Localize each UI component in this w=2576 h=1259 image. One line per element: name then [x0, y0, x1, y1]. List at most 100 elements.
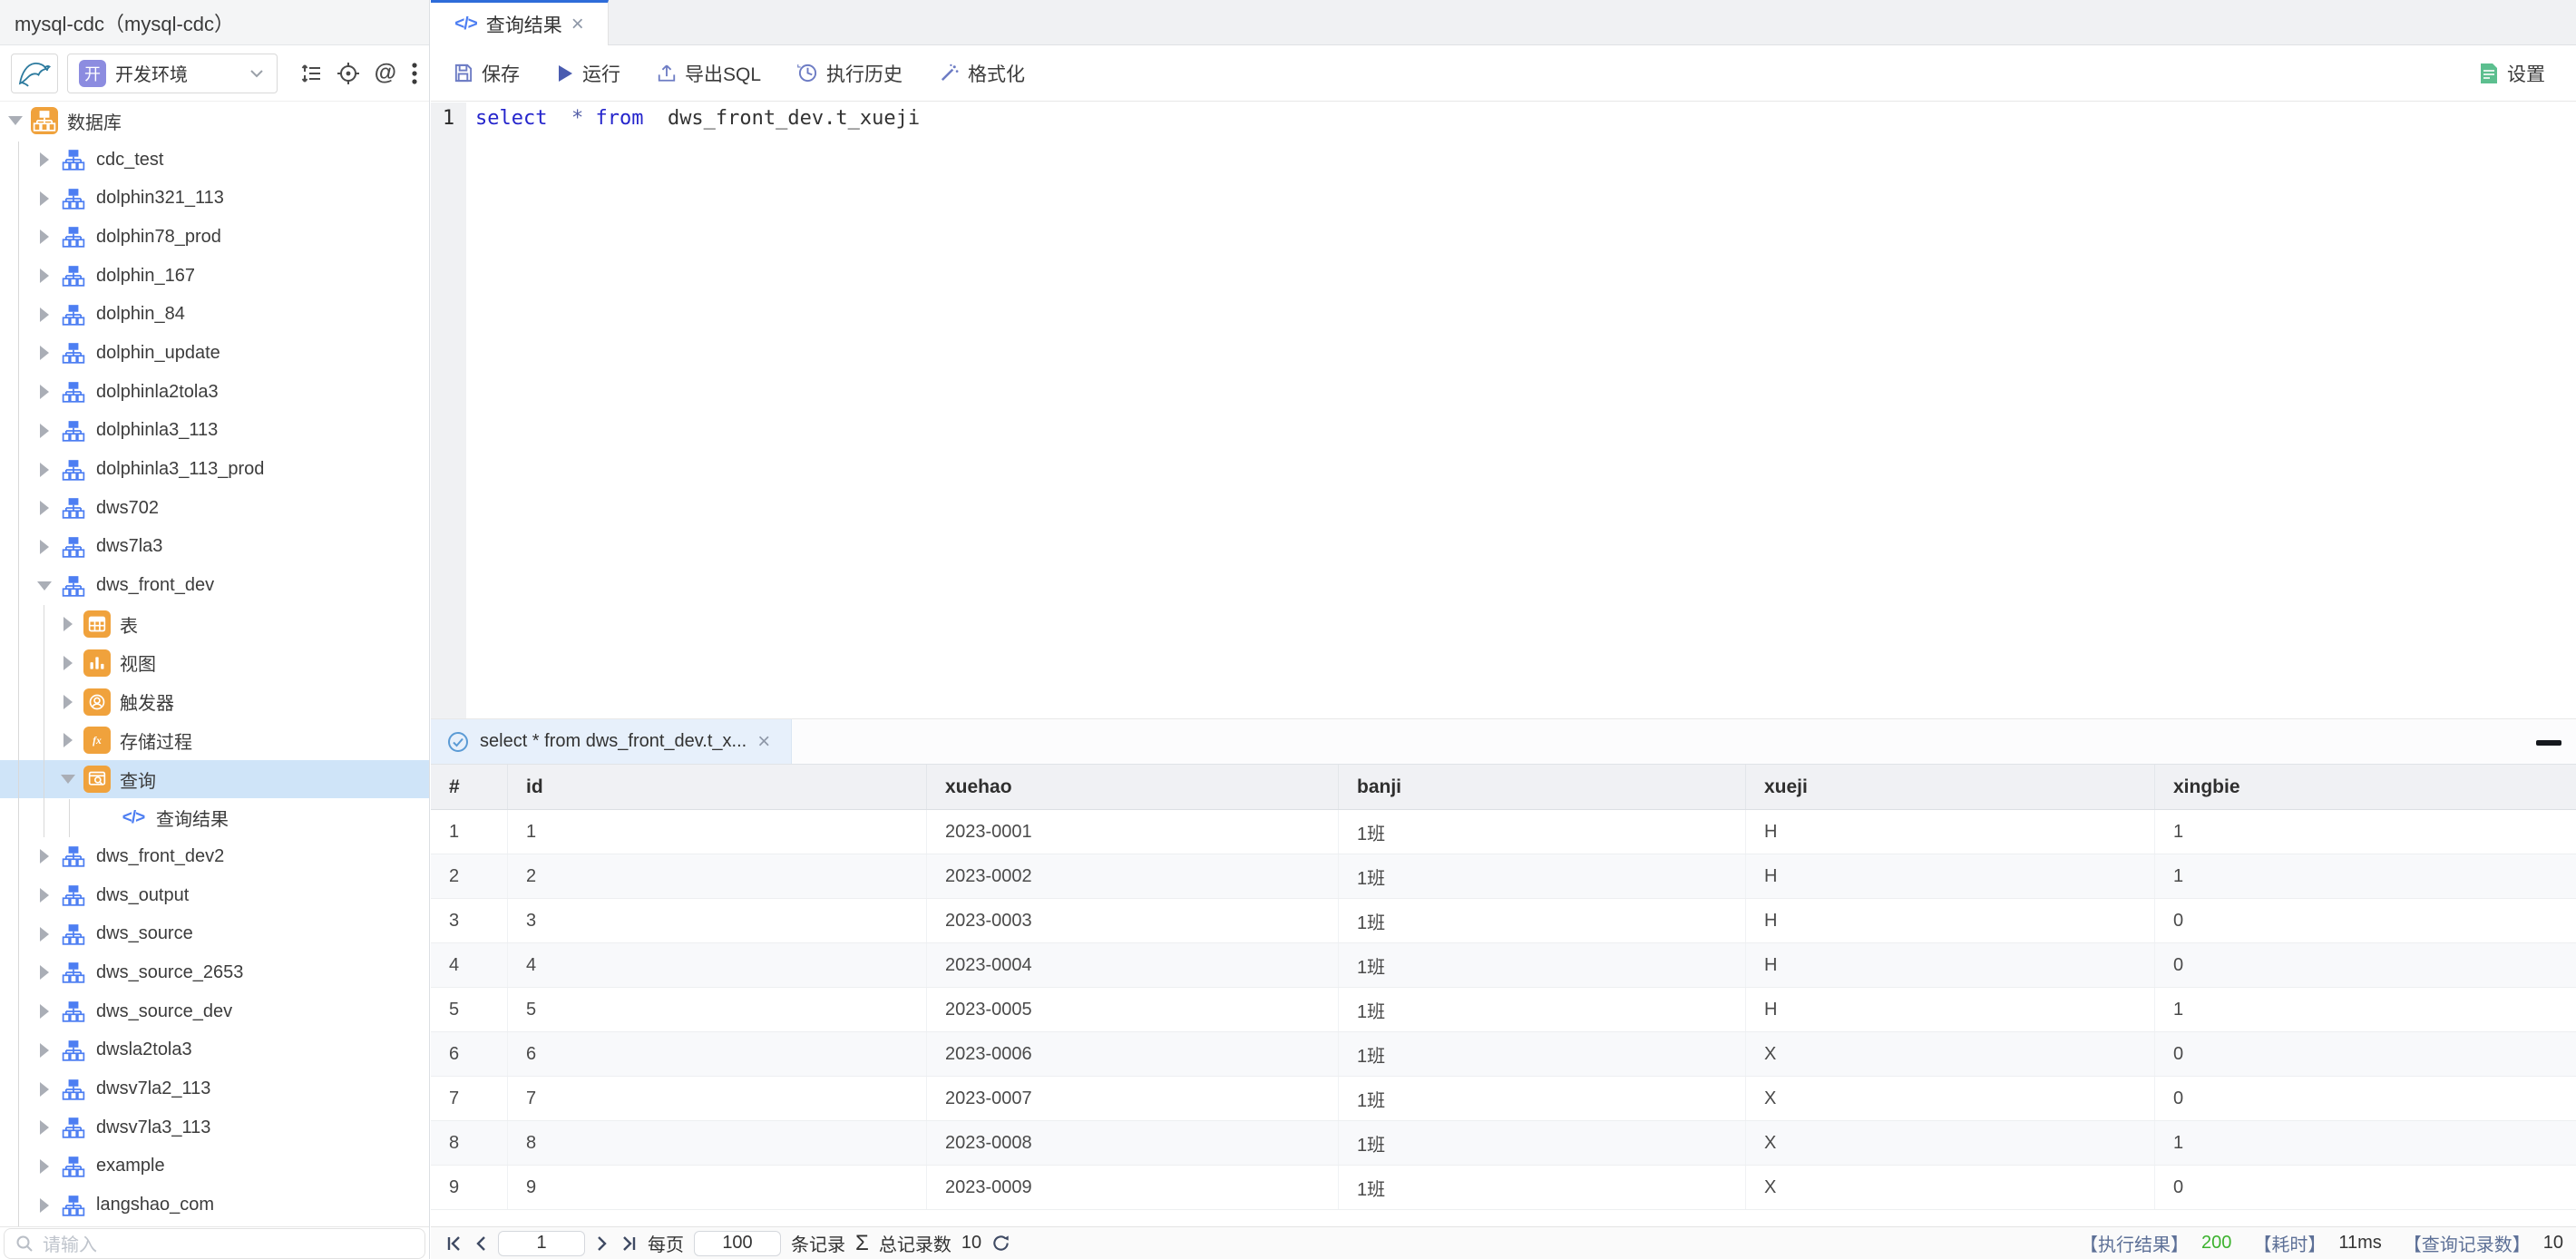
sort-list-icon[interactable]	[300, 63, 322, 84]
tree-item-dolphin_167[interactable]: dolphin_167	[0, 257, 429, 296]
caret-down-icon[interactable]	[58, 775, 78, 784]
column-header-xingbie[interactable]: xingbie	[2155, 765, 2576, 809]
table-row[interactable]: 992023-00091班X0	[431, 1166, 2576, 1210]
page-size-input[interactable]: 100	[694, 1231, 781, 1256]
tree-item-dws_source[interactable]: dws_source	[0, 914, 429, 953]
tree-item-dwsv7la3_113[interactable]: dwsv7la3_113	[0, 1108, 429, 1147]
tree-item-dws_front_dev2[interactable]: dws_front_dev2	[0, 837, 429, 876]
caret-right-icon[interactable]	[34, 1120, 54, 1135]
column-header-xuehao[interactable]: xuehao	[927, 765, 1339, 809]
link-icon[interactable]: @	[375, 60, 396, 86]
caret-right-icon[interactable]	[34, 191, 54, 206]
tree-item-dolphinla3_113[interactable]: dolphinla3_113	[0, 412, 429, 451]
table-row[interactable]: 882023-00081班X1	[431, 1121, 2576, 1166]
cell-xuehao: 2023-0009	[927, 1166, 1339, 1209]
table-row[interactable]: 222023-00021班H1	[431, 854, 2576, 899]
table-row[interactable]: 442023-00041班H0	[431, 943, 2576, 988]
caret-right-icon[interactable]	[34, 888, 54, 903]
tree-item-视图[interactable]: 视图	[0, 644, 429, 683]
caret-right-icon[interactable]	[34, 540, 54, 554]
table-row[interactable]: 662023-00061班X0	[431, 1032, 2576, 1077]
caret-right-icon[interactable]	[34, 346, 54, 360]
caret-down-icon[interactable]	[34, 581, 54, 590]
save-button[interactable]: 保存	[453, 60, 520, 87]
result-tab-close-icon[interactable]: ×	[757, 731, 770, 753]
table-row[interactable]: 772023-00071班X0	[431, 1077, 2576, 1121]
tree-item-dolphin_84[interactable]: dolphin_84	[0, 295, 429, 334]
tree-item-dws_source_dev[interactable]: dws_source_dev	[0, 992, 429, 1031]
tree-item-触发器[interactable]: 触发器	[0, 682, 429, 721]
cell-xueji: H	[1746, 899, 2155, 942]
caret-right-icon[interactable]	[58, 656, 78, 670]
sql-editor[interactable]: 1 select * from dws_front_dev.t_xueji	[431, 102, 2576, 718]
tree-item-dws_source_2653[interactable]: dws_source_2653	[0, 953, 429, 992]
tree-item-dolphinla3_113_prod[interactable]: dolphinla3_113_prod	[0, 450, 429, 489]
tree-item-dws7la3[interactable]: dws7la3	[0, 528, 429, 567]
caret-right-icon[interactable]	[34, 152, 54, 167]
page-number-input[interactable]: 1	[498, 1231, 585, 1256]
column-header-#[interactable]: #	[431, 765, 508, 809]
tree-item-存储过程[interactable]: fx存储过程	[0, 721, 429, 760]
caret-right-icon[interactable]	[34, 307, 54, 322]
table-row[interactable]: 112023-00011班H1	[431, 810, 2576, 854]
column-header-id[interactable]: id	[508, 765, 927, 809]
caret-right-icon[interactable]	[34, 965, 54, 980]
tree-item-dolphinla2tola3[interactable]: dolphinla2tola3	[0, 373, 429, 412]
caret-right-icon[interactable]	[34, 927, 54, 942]
environment-select[interactable]: 开 开发环境	[67, 54, 278, 93]
tree-item-example[interactable]: example	[0, 1147, 429, 1186]
tree-item-dws702[interactable]: dws702	[0, 489, 429, 528]
tree-item-dwsv7la2_113[interactable]: dwsv7la2_113	[0, 1069, 429, 1108]
tree-item-dolphin_update[interactable]: dolphin_update	[0, 334, 429, 373]
tree-item-cdc_test[interactable]: cdc_test	[0, 141, 429, 180]
caret-right-icon[interactable]	[58, 617, 78, 631]
result-tab[interactable]: select * from dws_front_dev.t_x... ×	[431, 719, 792, 764]
table-row[interactable]: 332023-00031班H0	[431, 899, 2576, 943]
caret-right-icon[interactable]	[34, 849, 54, 864]
column-header-xueji[interactable]: xueji	[1746, 765, 2155, 809]
format-button[interactable]: 格式化	[939, 60, 1025, 87]
caret-down-icon[interactable]	[5, 116, 25, 125]
tree-item-数据库[interactable]: 数据库	[0, 102, 429, 141]
more-options-icon[interactable]	[411, 62, 418, 85]
tree-item-dws_front_dev[interactable]: dws_front_dev	[0, 566, 429, 605]
tree-item-dwsla2tola3[interactable]: dwsla2tola3	[0, 1031, 429, 1070]
caret-right-icon[interactable]	[34, 385, 54, 399]
next-page-button[interactable]	[595, 1235, 610, 1253]
first-page-button[interactable]	[445, 1235, 463, 1253]
tree-item-langshao_com[interactable]: langshao_com	[0, 1186, 429, 1225]
caret-right-icon[interactable]	[58, 695, 78, 709]
settings-button[interactable]: 设置	[2479, 60, 2545, 87]
history-button[interactable]: 执行历史	[797, 60, 903, 87]
caret-right-icon[interactable]	[34, 424, 54, 438]
caret-right-icon[interactable]	[34, 1198, 54, 1213]
column-header-banji[interactable]: banji	[1339, 765, 1746, 809]
tree-item-查询结果[interactable]: </>查询结果	[0, 798, 429, 837]
tree-item-查询[interactable]: 查询	[0, 760, 429, 799]
locate-icon[interactable]	[337, 62, 360, 85]
caret-right-icon[interactable]	[34, 229, 54, 244]
caret-right-icon[interactable]	[34, 463, 54, 477]
caret-right-icon[interactable]	[34, 1159, 54, 1174]
tree-item-dolphin321_113[interactable]: dolphin321_113	[0, 179, 429, 218]
refresh-icon[interactable]	[991, 1234, 1010, 1253]
caret-right-icon[interactable]	[58, 733, 78, 747]
tab-close-icon[interactable]: ×	[571, 14, 584, 35]
caret-right-icon[interactable]	[34, 501, 54, 515]
tree-item-dws_output[interactable]: dws_output	[0, 876, 429, 915]
caret-right-icon[interactable]	[34, 1043, 54, 1058]
table-row[interactable]: 552023-00051班H1	[431, 988, 2576, 1032]
sql-code-line[interactable]: select * from dws_front_dev.t_xueji	[466, 102, 2576, 718]
tree-item-表[interactable]: 表	[0, 605, 429, 644]
export-sql-button[interactable]: 导出SQL	[657, 60, 761, 87]
caret-right-icon[interactable]	[34, 268, 54, 283]
caret-right-icon[interactable]	[34, 1004, 54, 1019]
last-page-button[interactable]	[620, 1235, 638, 1253]
run-button[interactable]: 运行	[556, 60, 620, 87]
search-input[interactable]: 请输入	[4, 1228, 425, 1259]
caret-right-icon[interactable]	[34, 1082, 54, 1097]
prev-page-button[interactable]	[473, 1235, 488, 1253]
minimize-results-button[interactable]	[2536, 740, 2561, 746]
tree-item-dolphin78_prod[interactable]: dolphin78_prod	[0, 218, 429, 257]
tab-query-result[interactable]: </> 查询结果 ×	[431, 0, 609, 45]
